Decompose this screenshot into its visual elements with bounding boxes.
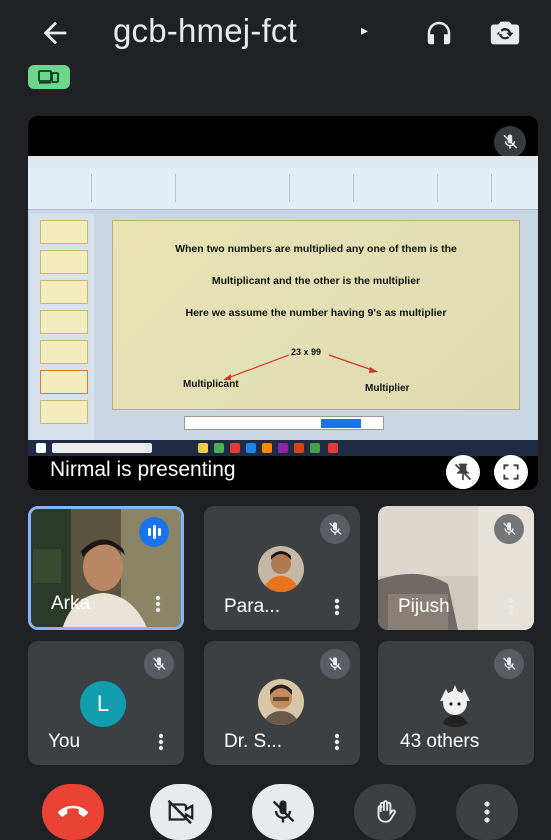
stop-sharing-button bbox=[321, 419, 361, 428]
taskbar bbox=[28, 440, 538, 456]
participant-name: Pijush bbox=[398, 596, 450, 617]
back-arrow-icon[interactable] bbox=[38, 16, 72, 50]
slide-arrows bbox=[223, 354, 378, 380]
window-titlebar bbox=[28, 156, 538, 168]
participant-tile-dr-s[interactable]: Dr. S... bbox=[204, 641, 360, 765]
more-vert-icon[interactable] bbox=[155, 595, 161, 613]
top-bar: gcb-hmej-fct ▸ bbox=[0, 0, 551, 89]
mic-off-icon bbox=[320, 649, 350, 679]
camera-toggle-button[interactable] bbox=[150, 784, 212, 840]
presentation-tile[interactable]: When two numbers are multiplied any one … bbox=[28, 116, 538, 490]
more-vert-icon[interactable] bbox=[508, 598, 514, 616]
participant-name: You bbox=[48, 731, 81, 752]
unpin-icon[interactable] bbox=[446, 455, 480, 489]
slide-thumbnails bbox=[30, 214, 94, 442]
mic-toggle-button[interactable] bbox=[252, 784, 314, 840]
participant-tile-arka[interactable]: Arka bbox=[28, 506, 184, 630]
participant-tile-others[interactable]: 43 others bbox=[378, 641, 534, 765]
raise-hand-button[interactable] bbox=[354, 784, 416, 840]
mic-off-icon bbox=[494, 126, 526, 158]
call-controls bbox=[0, 770, 551, 840]
switch-camera-icon[interactable] bbox=[488, 16, 522, 50]
slide-label-multiplicant: Multiplicant bbox=[183, 379, 239, 390]
more-vert-icon[interactable] bbox=[334, 733, 340, 751]
caret-right-icon[interactable]: ▸ bbox=[361, 22, 368, 39]
participant-name: Arka bbox=[51, 593, 91, 614]
avatar bbox=[258, 546, 304, 592]
avatar bbox=[258, 679, 304, 725]
presenter-label: Nirmal is presenting bbox=[50, 458, 236, 481]
fullscreen-icon[interactable] bbox=[494, 455, 528, 489]
camera-off-icon bbox=[167, 799, 194, 825]
mic-off-icon bbox=[272, 800, 295, 823]
participant-tile-pijush[interactable]: Pijush bbox=[378, 506, 534, 630]
mic-off-icon bbox=[320, 514, 350, 544]
participant-name: Para... bbox=[224, 596, 280, 617]
mic-off-icon bbox=[494, 649, 524, 679]
participant-tile-you[interactable]: L You bbox=[28, 641, 184, 765]
cast-device-icon[interactable] bbox=[28, 65, 70, 89]
avatar bbox=[432, 681, 478, 727]
headphones-icon[interactable] bbox=[424, 18, 454, 48]
mic-off-icon bbox=[144, 649, 174, 679]
ribbon bbox=[28, 168, 538, 210]
shared-screen: When two numbers are multiplied any one … bbox=[28, 156, 538, 456]
more-vert-icon bbox=[484, 801, 490, 823]
more-vert-icon[interactable] bbox=[158, 733, 164, 751]
more-options-button[interactable] bbox=[456, 784, 518, 840]
participant-name: 43 others bbox=[400, 731, 480, 752]
current-slide: When two numbers are multiplied any one … bbox=[112, 220, 520, 410]
speaking-indicator-icon bbox=[139, 517, 169, 547]
raise-hand-icon bbox=[377, 800, 396, 823]
participant-tile-para[interactable]: Para... bbox=[204, 506, 360, 630]
slide-label-multiplier: Multiplier bbox=[365, 383, 410, 394]
more-vert-icon[interactable] bbox=[334, 598, 340, 616]
participant-name: Dr. S... bbox=[224, 731, 283, 752]
end-call-button[interactable] bbox=[42, 784, 104, 840]
meeting-code[interactable]: gcb-hmej-fct bbox=[113, 12, 297, 50]
mic-off-icon bbox=[494, 514, 524, 544]
end-call-icon bbox=[58, 805, 88, 817]
avatar: L bbox=[80, 681, 126, 727]
share-banner bbox=[184, 416, 384, 430]
